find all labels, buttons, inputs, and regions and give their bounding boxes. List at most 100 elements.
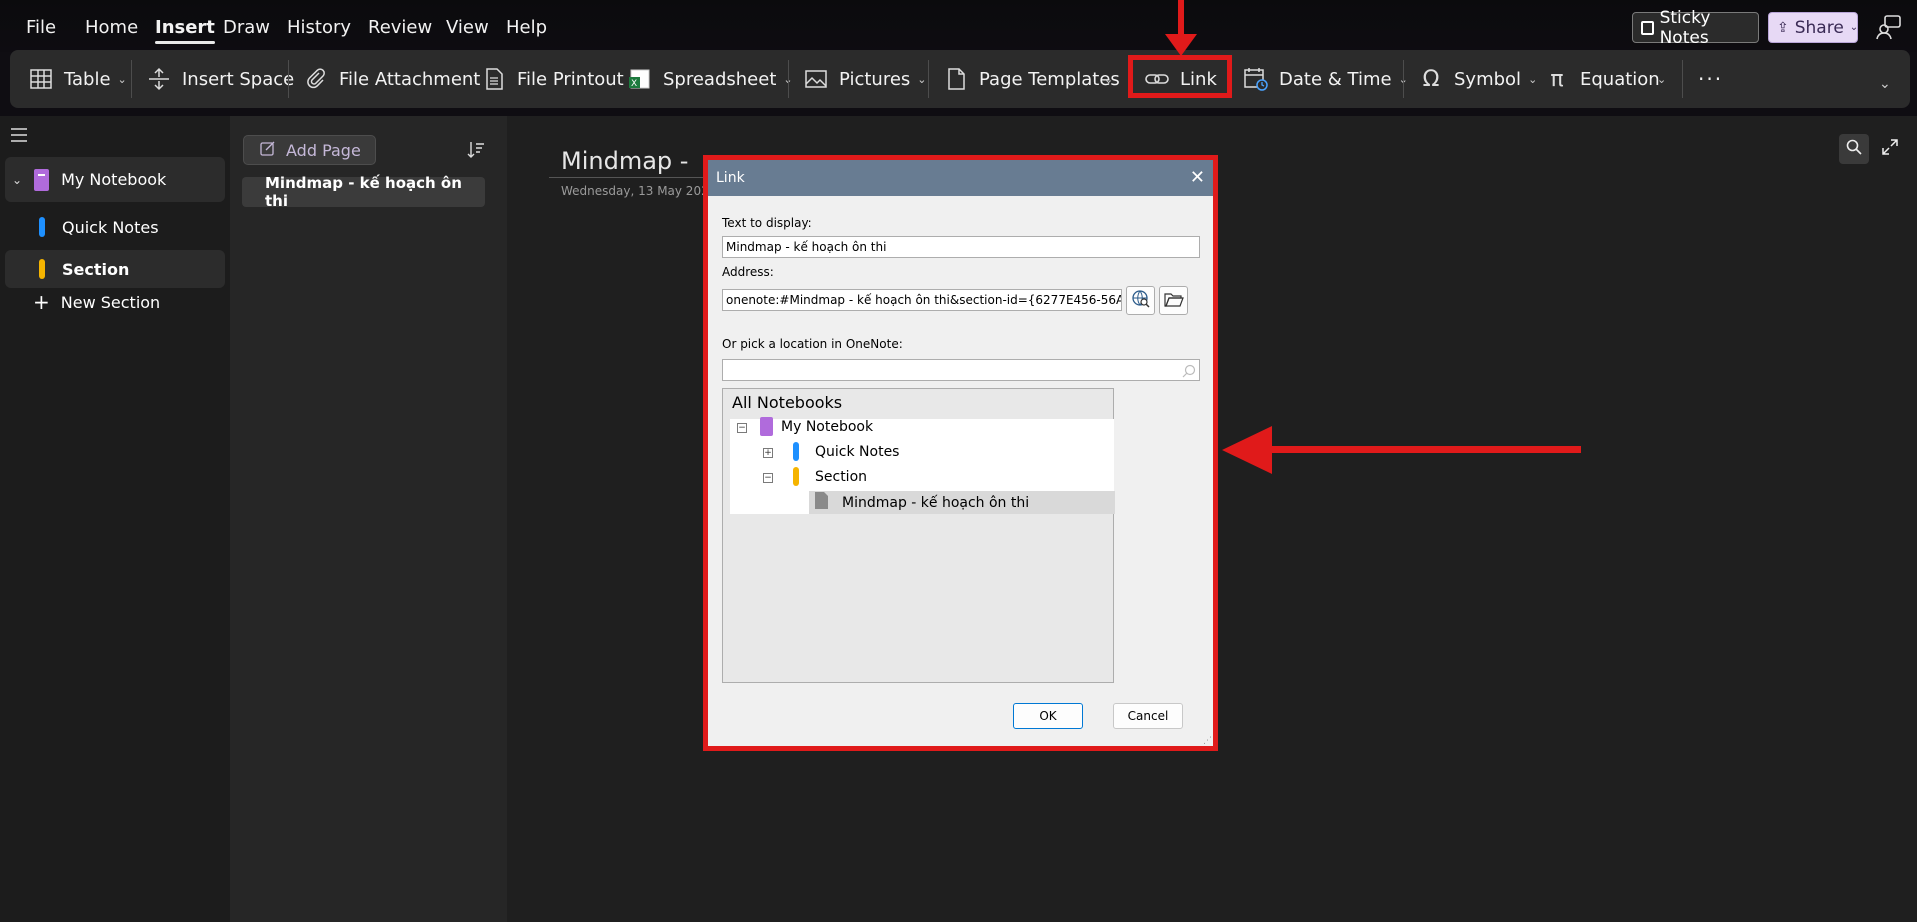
notebook-icon [34,168,50,191]
table-label: Table [64,68,111,90]
tree-page-label: Mindmap - kế hoạch ôn thi [842,494,1030,511]
sticky-notes-button[interactable]: Sticky Notes [1632,8,1759,48]
annotation-arrow-down [1178,0,1184,36]
insert-space-label: Insert Space [182,68,295,90]
cancel-button[interactable]: Cancel [1113,703,1183,729]
file-attachment-label: File Attachment [339,68,481,90]
sticky-note-icon [1641,20,1654,35]
address-input[interactable]: onenote:#Mindmap - kế hoạch ôn thi&secti… [722,289,1122,311]
plus-icon: + [33,290,50,314]
ribbon-divider [928,60,929,98]
page-templates-label: Page Templates [979,68,1120,90]
table-button[interactable]: Table ⌄ [28,61,127,97]
notebook-icon [760,417,773,436]
template-icon [943,66,969,92]
insert-space-button[interactable]: Insert Space [146,61,294,97]
page-list-pane [230,116,507,922]
collapse-icon[interactable]: − [763,473,773,483]
date-time-button[interactable]: Date & Time⌄ [1243,61,1408,97]
menu-draw[interactable]: Draw [223,17,270,38]
new-section-button[interactable]: + New Section [5,283,225,321]
tree-section-section[interactable]: Section [793,467,867,486]
menu-history[interactable]: History [287,17,351,38]
search-button[interactable] [1839,134,1869,164]
menu-insert[interactable]: Insert [155,17,215,44]
tree-section-label: Section [815,468,868,485]
more-options-button[interactable]: ··· [1698,61,1723,97]
location-search-input[interactable] [722,359,1200,381]
section-tab-icon [793,467,799,486]
chevron-down-icon: ⌄ [1104,72,1114,86]
hamburger-icon[interactable] [11,127,27,142]
spreadsheet-label: Spreadsheet [663,68,777,90]
ribbon-collapse-button[interactable]: ⌄ [1879,66,1891,102]
browse-file-button[interactable] [1159,286,1188,315]
annotation-link-highlight [1128,55,1232,98]
sort-icon[interactable] [465,140,485,160]
section-tab-icon [793,442,799,461]
omega-icon: Ω [1422,66,1440,92]
section-item-quick-notes[interactable]: Quick Notes [5,208,225,246]
annotation-arrow-down-head [1165,34,1197,56]
page-templates-dropdown[interactable]: ⌄ [1104,61,1114,97]
tree-page-selected[interactable]: Mindmap - kế hoạch ôn thi [809,491,1115,514]
section-tab-icon [39,217,45,237]
page-title[interactable]: Mindmap - kế hoạch ôn thi [561,147,696,175]
menu-home[interactable]: Home [85,17,138,38]
chevron-down-icon: ⌄ [12,172,23,187]
new-section-label: New Section [60,292,161,312]
picture-icon [803,66,829,92]
folder-open-icon [1163,289,1184,313]
expand-icon[interactable]: + [763,448,773,458]
resize-grip-icon[interactable]: ⋰ [1203,736,1212,746]
equation-dropdown[interactable]: ⌄ [1657,61,1667,97]
page-item[interactable]: Mindmap - kế hoạch ôn thi [242,174,485,210]
symbol-label: Symbol [1454,68,1522,90]
file-printout-label: File Printout [517,68,624,90]
notebook-label: My Notebook [61,170,167,189]
address-label: Address: [722,265,774,279]
equation-label: Equation [1580,68,1660,90]
ok-button[interactable]: OK [1013,703,1083,729]
pictures-button[interactable]: Pictures ⌄ [803,61,927,97]
globe-search-icon [1131,289,1151,313]
collapse-icon[interactable]: − [737,423,747,433]
tree-root: All Notebooks [732,393,843,412]
tree-notebook[interactable]: My Notebook [760,417,873,436]
notebook-tree[interactable]: All Notebooks − My Notebook + Quick Note… [722,388,1115,683]
feedback-icon[interactable] [1876,14,1902,40]
symbol-button[interactable]: Ω Symbol ⌄ [1418,61,1538,97]
close-icon[interactable]: ✕ [1190,167,1205,188]
section-label: Quick Notes [62,217,159,237]
text-to-display-label: Text to display: [722,216,812,230]
chevron-down-icon: ⌄ [1849,22,1859,33]
svg-text:X: X [631,79,637,89]
expand-button[interactable] [1875,134,1905,164]
share-label: Share [1794,17,1844,38]
ribbon-divider [788,60,789,98]
share-button[interactable]: ⇪ Share ⌄ [1768,12,1858,43]
file-attachment-button[interactable]: File Attachment [303,61,480,97]
browse-web-button[interactable] [1126,286,1155,315]
date-time-label: Date & Time [1279,68,1392,90]
annotation-arrow-left-head [1222,426,1272,474]
excel-icon: X [627,66,653,92]
file-printout-button[interactable]: File Printout [481,61,624,97]
document-icon [481,66,507,92]
menu-file[interactable]: File [26,17,56,38]
notebook-item[interactable]: ⌄ My Notebook [5,157,225,202]
menu-review[interactable]: Review [368,17,432,38]
text-to-display-input[interactable]: Mindmap - kế hoạch ôn thi [722,236,1200,258]
add-page-button[interactable]: Add Page [243,135,376,165]
spreadsheet-button[interactable]: X Spreadsheet⌄ [627,61,793,97]
chevron-down-icon: ⌄ [1657,72,1667,86]
equation-button[interactable]: π Equation [1544,61,1660,97]
page-icon [815,492,828,513]
page-templates-button[interactable]: Page Templates [943,61,1120,97]
menu-help[interactable]: Help [506,17,547,38]
menu-view[interactable]: View [446,17,489,38]
link-dialog: Link ✕ Text to display: Mindmap - kế hoạ… [708,160,1213,746]
pi-icon: π [1550,66,1564,92]
tree-section-quick-notes[interactable]: Quick Notes [793,442,899,461]
section-tab-icon [39,259,45,279]
